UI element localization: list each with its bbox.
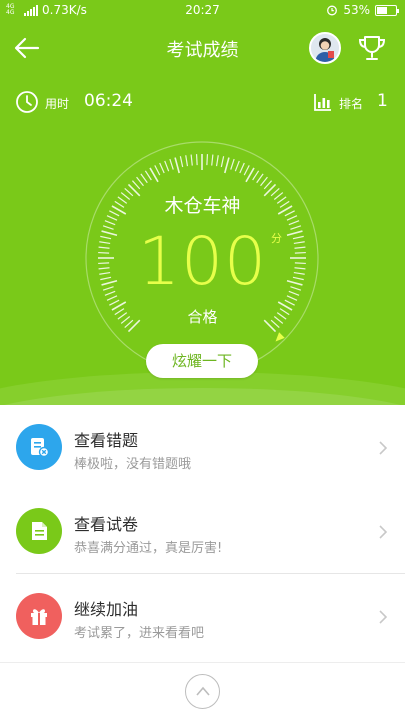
gauge-tick xyxy=(185,155,189,167)
score-unit: 分 xyxy=(271,232,282,245)
gauge-tick xyxy=(220,156,225,168)
avatar-image xyxy=(311,34,339,62)
gauge-tick xyxy=(131,180,141,190)
list-item-title: 继续加油 xyxy=(74,600,139,619)
gauge-tick xyxy=(159,162,165,174)
gauge-tick xyxy=(263,180,273,190)
paper-icon-circle xyxy=(16,508,62,554)
gauge-tick xyxy=(215,155,219,167)
app-header: 考试成绩 xyxy=(0,28,405,68)
gauge-tick xyxy=(206,154,209,166)
gauge-tick xyxy=(252,170,260,181)
battery-icon xyxy=(375,4,399,16)
gauge-tick xyxy=(256,173,264,184)
rank-chart-icon xyxy=(314,94,331,111)
share-button[interactable]: 炫耀一下 xyxy=(146,344,258,378)
pass-status: 合格 xyxy=(187,308,218,326)
gauge-tick xyxy=(144,170,152,181)
status-bar: 4G 4G 0.73K/s 20:27 53% xyxy=(0,0,405,22)
gauge-tick xyxy=(211,154,214,166)
list-item-subtitle: 考试累了，进来看看吧 xyxy=(74,626,205,641)
rank-value: 1 xyxy=(377,91,388,111)
wrong-questions-icon xyxy=(31,438,50,458)
score-value: 100 xyxy=(138,223,267,300)
list-item-view-paper[interactable]: 查看试卷 恭喜满分通过，真是厉害! xyxy=(0,489,405,573)
battery-percent: 53% xyxy=(343,3,370,17)
trophy-button[interactable] xyxy=(356,32,388,64)
paper-icon xyxy=(32,522,47,540)
user-nickname: 木仓车神 xyxy=(164,195,241,217)
avatar[interactable] xyxy=(309,32,341,64)
stats-bar: 用时 06:24 排名 1 xyxy=(0,88,405,116)
scroll-up-button[interactable] xyxy=(185,674,220,709)
gauge-tick xyxy=(136,176,144,187)
gauge-tick xyxy=(195,154,198,166)
list-item-wrong-questions[interactable]: 查看错题 棒极啦，没有错题哦 xyxy=(0,405,405,489)
chevron-up-icon xyxy=(196,686,210,696)
list-item-subtitle: 恭喜满分通过，真是厉害! xyxy=(74,541,223,556)
wrong-questions-icon-circle xyxy=(16,424,62,470)
gift-icon xyxy=(31,609,47,625)
gauge-tick xyxy=(239,162,245,174)
list-item-title: 查看错题 xyxy=(74,431,139,450)
gauge-tick xyxy=(179,156,184,168)
clock-icon xyxy=(16,91,38,113)
list-item-keep-going[interactable]: 继续加油 考试累了，进来看看吧 xyxy=(0,574,405,658)
trophy-icon xyxy=(358,36,386,60)
gauge-tick xyxy=(174,157,180,174)
gauge-tick xyxy=(164,160,170,172)
chevron-right-icon xyxy=(379,441,388,455)
gauge-tick xyxy=(169,158,174,170)
gauge-tick xyxy=(140,173,148,184)
list-item-title: 查看试卷 xyxy=(74,515,139,534)
gauge-tick xyxy=(234,160,240,172)
alarm-icon xyxy=(327,5,338,16)
gauge-tick xyxy=(243,165,250,176)
gauge-tick xyxy=(190,154,193,166)
chevron-right-icon xyxy=(379,610,388,624)
used-time-label: 用时 xyxy=(45,97,70,111)
chevron-right-icon xyxy=(379,525,388,539)
gift-icon-circle xyxy=(16,593,62,639)
gauge-tick xyxy=(224,157,230,174)
used-time-value: 06:24 xyxy=(84,91,133,111)
gauge-tick xyxy=(154,165,161,176)
divider xyxy=(0,662,405,663)
gauge-tick xyxy=(230,158,235,170)
rank-label: 排名 xyxy=(339,97,364,111)
list-item-subtitle: 棒极啦，没有错题哦 xyxy=(74,457,192,472)
gauge-tick xyxy=(260,176,268,187)
page-title: 考试成绩 xyxy=(166,40,239,61)
